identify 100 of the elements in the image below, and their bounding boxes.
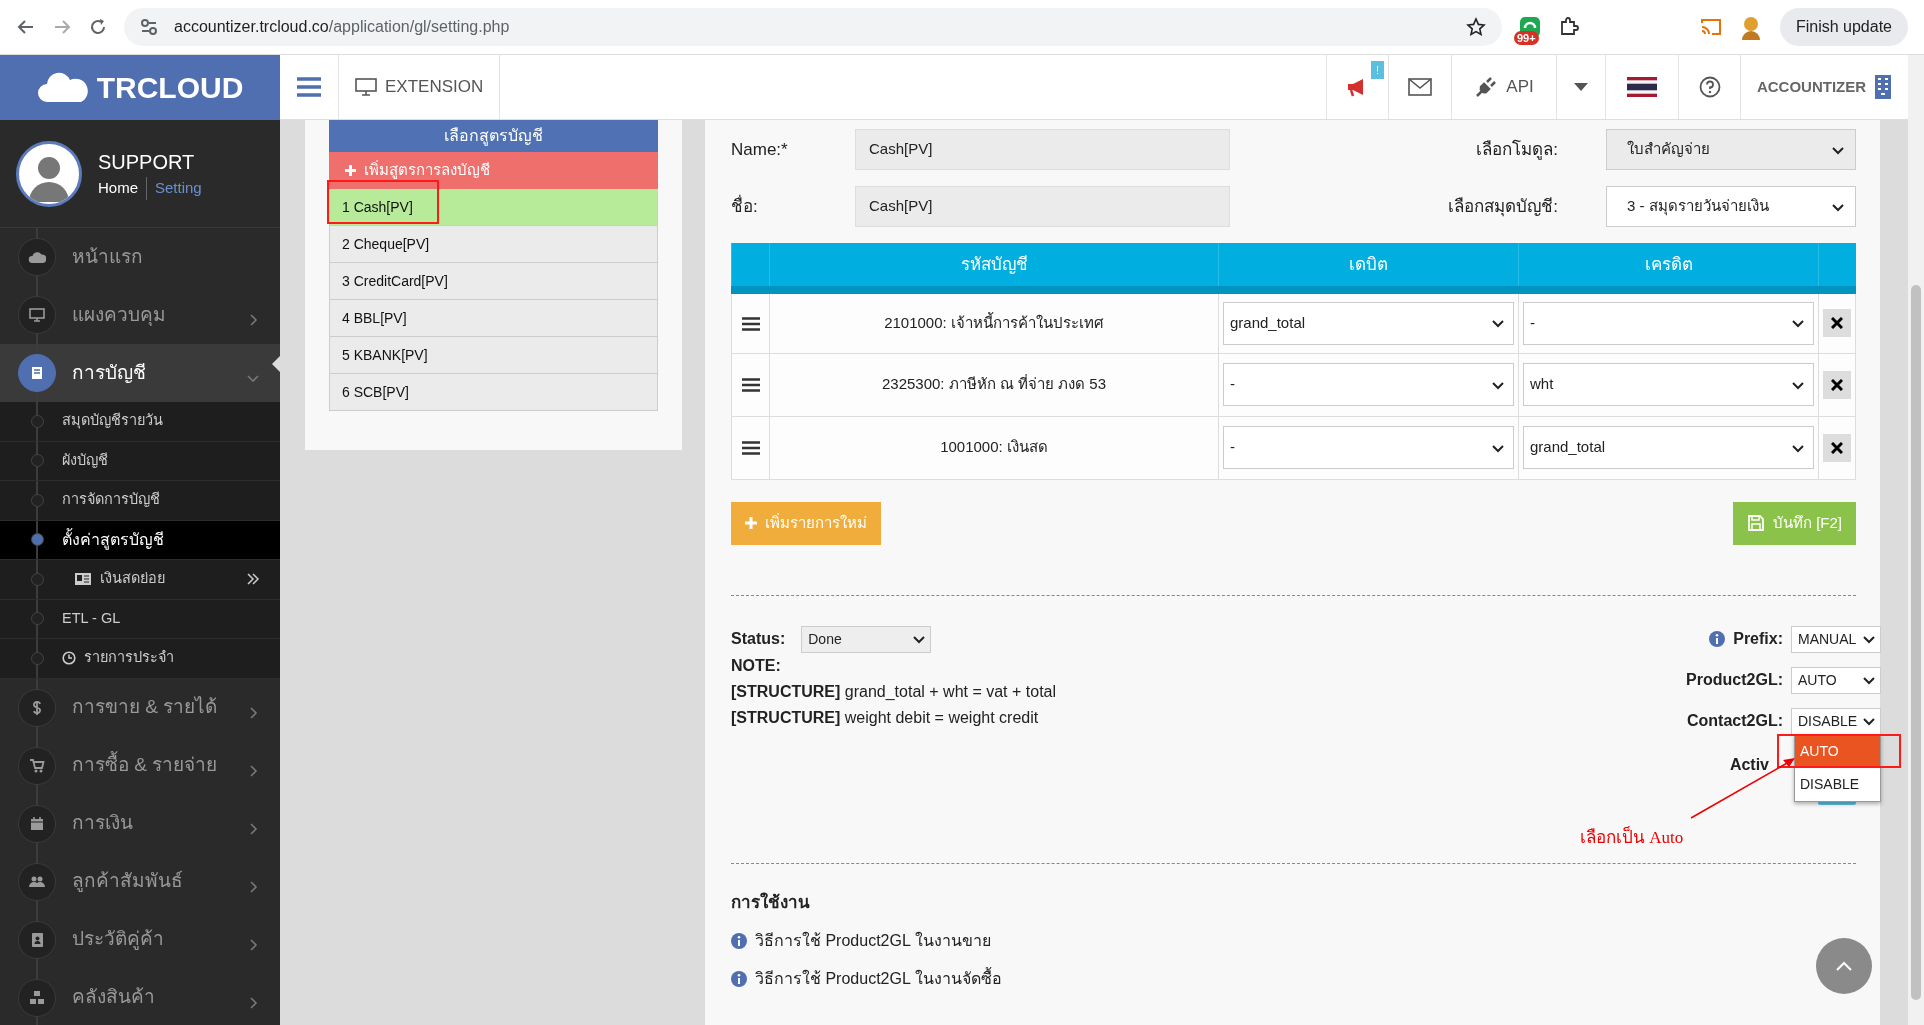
chevron-icon	[1791, 317, 1805, 330]
bullet-icon	[31, 414, 44, 428]
extension-menu[interactable]: EXTENSION	[338, 55, 501, 119]
scrollbar-thumb[interactable]	[1911, 285, 1921, 1000]
bullet-icon	[31, 454, 44, 468]
submenu-item[interactable]: การจัดการบัญชี	[0, 481, 280, 521]
star-icon[interactable]	[1466, 17, 1486, 37]
delete-button[interactable]	[1823, 309, 1851, 338]
thai-name-field[interactable]: Cash[PV]	[855, 186, 1230, 227]
debit-select[interactable]: -	[1223, 363, 1514, 406]
delete-button[interactable]	[1823, 433, 1851, 462]
formula-item[interactable]: 2 Cheque[PV]	[329, 226, 658, 263]
section-title: การใช้งาน	[731, 891, 811, 914]
status-select[interactable]: Done	[801, 625, 932, 653]
field-label: Contact2GL:	[1687, 711, 1783, 731]
debit-select[interactable]: -	[1223, 426, 1514, 469]
close-icon	[1831, 441, 1843, 454]
reload-icon[interactable]	[88, 17, 108, 37]
update-button[interactable]: Finish update	[1779, 8, 1908, 46]
clock-icon	[62, 651, 76, 666]
submenu-item[interactable]: เงินสดย่อย	[0, 560, 280, 600]
drag-handle-icon[interactable]	[741, 378, 760, 393]
info-icon	[731, 971, 747, 987]
credit-select[interactable]: wht	[1523, 363, 1814, 406]
plug-icon	[1474, 75, 1499, 99]
monitor-icon	[28, 306, 46, 324]
formula-item[interactable]: 4 BBL[PV]	[329, 300, 658, 337]
drag-handle-icon[interactable]	[741, 317, 760, 332]
list-header: เลือกสูตรบัญชี	[329, 120, 658, 152]
submenu-item[interactable]: ตั้งค่าสูตรบัญชี	[0, 520, 280, 560]
name-field[interactable]: Cash[PV]	[855, 129, 1230, 170]
chevron-icon	[1862, 674, 1876, 686]
submenu-item[interactable]: รายการประจำ	[0, 639, 280, 679]
mail-icon[interactable]	[1408, 78, 1432, 96]
boxes-icon	[28, 988, 46, 1007]
submenu-item[interactable]: สมุดบัญชีรายวัน	[0, 402, 280, 442]
scroll-top-button[interactable]	[1816, 938, 1872, 994]
submenu-item[interactable]: ETL - GL	[0, 599, 280, 639]
setting-link[interactable]: Setting	[146, 177, 202, 200]
menu-icon[interactable]	[296, 76, 322, 98]
puzzle-icon[interactable]	[1558, 16, 1580, 38]
setting-select[interactable]: AUTO	[1791, 666, 1881, 694]
help-icon[interactable]	[1698, 76, 1721, 98]
formula-item[interactable]: 5 KBANK[PV]	[329, 337, 658, 374]
save-icon	[1747, 514, 1765, 532]
field-label: Name:*	[731, 138, 789, 161]
field-label: Product2GL:	[1686, 670, 1783, 690]
note-text: [STRUCTURE] grand_total + wht = vat + total	[731, 681, 1057, 702]
menu-item[interactable]: การบัญชี	[0, 344, 280, 402]
field-label: Status:	[731, 629, 786, 649]
field-label: ชื่อ:	[731, 193, 759, 218]
chevron-icon	[1862, 633, 1876, 645]
caret-icon[interactable]	[1573, 82, 1589, 92]
journal-select[interactable]: 3 - สมุดรายวันจ่ายเงิน	[1606, 186, 1856, 227]
help-link[interactable]: วิธีการใช้ Product2GL ในงานจัดซื้อ	[755, 967, 1002, 991]
monitor-icon	[355, 77, 377, 97]
module-select[interactable]: ใบสำคัญจ่าย	[1606, 129, 1856, 170]
info-icon	[731, 933, 747, 949]
plus-icon	[345, 165, 356, 176]
count-badge: 99+	[1514, 31, 1539, 45]
formula-item[interactable]: 3 CreditCard[PV]	[329, 263, 658, 300]
bullet-icon	[31, 651, 44, 665]
double-chevron-icon	[246, 573, 260, 586]
url-text[interactable]: accountizer.trcloud.co/application/gl/setting.php	[174, 15, 510, 39]
bullet-icon	[31, 612, 44, 626]
credit-select[interactable]: -	[1523, 301, 1814, 345]
note-text: [STRUCTURE] weight debit = weight credit	[731, 707, 1040, 728]
account-cell: 1001000: เงินสด	[769, 416, 1219, 479]
id-card-icon	[74, 572, 92, 587]
submenu-item[interactable]: ผังบัญชี	[0, 441, 280, 481]
formula-item[interactable]: 1 Cash[PV]	[329, 189, 658, 226]
field-label: Prefix:	[1733, 629, 1783, 649]
home-link[interactable]: Home	[98, 177, 138, 200]
credit-select[interactable]: grand_total	[1523, 426, 1814, 469]
setting-select[interactable]: MANUAL	[1791, 625, 1881, 653]
logo-text: TRCLOUD	[96, 70, 244, 106]
bullet-icon	[31, 493, 44, 507]
close-icon	[1831, 378, 1843, 391]
help-link[interactable]: วิธีการใช้ Product2GL ในงานขาย	[755, 929, 991, 953]
bullet-icon	[31, 533, 44, 547]
chevron-icon	[1862, 715, 1876, 727]
chevron-icon	[912, 633, 927, 645]
setting-select[interactable]: DISABLE	[1791, 707, 1881, 735]
cast-icon[interactable]	[1699, 17, 1722, 37]
formula-item[interactable]: 6 SCB[PV]	[329, 374, 658, 411]
cloud-icon	[36, 71, 89, 104]
delete-button[interactable]	[1823, 370, 1851, 399]
debit-select[interactable]: grand_total	[1223, 301, 1514, 345]
field-label: Activ	[1729, 754, 1769, 775]
note-label: NOTE:	[731, 655, 782, 676]
site-settings-icon[interactable]	[140, 18, 158, 36]
flag-icon[interactable]	[1627, 77, 1657, 97]
plus-icon	[745, 517, 757, 529]
bullet-icon	[31, 572, 44, 586]
dropdown-option[interactable]: DISABLE	[1795, 767, 1880, 801]
drag-handle-icon[interactable]	[741, 441, 760, 456]
annotation-text: เลือกเป็น Auto	[1580, 825, 1684, 849]
api-menu[interactable]: API	[1451, 55, 1556, 119]
field-label: เลือกโมดูล:	[1475, 138, 1559, 162]
calendar-icon	[28, 814, 46, 833]
